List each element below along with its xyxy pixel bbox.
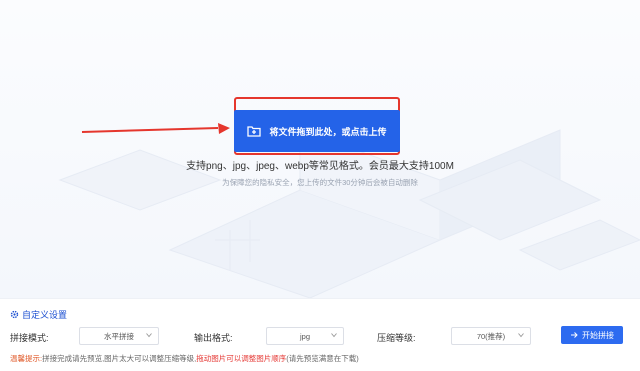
tip-part1: 拼接完成请先预览,图片太大可以调整压缩等级,: [42, 354, 197, 363]
mode-value: 水平拼接: [104, 331, 134, 341]
chevron-down-icon: [518, 333, 524, 338]
chevron-down-icon: [331, 333, 337, 338]
upload-button-label: 将文件拖到此处，或点击上传: [269, 126, 387, 137]
settings-title: 自定义设置: [10, 308, 67, 321]
annotation-arrow: [81, 123, 230, 134]
mode-select[interactable]: 水平拼接: [79, 327, 159, 345]
start-stitch-label: 开始拼接: [582, 330, 614, 340]
tip-prefix: 温馨提示:: [10, 354, 43, 363]
format-label: 输出格式:: [194, 333, 233, 343]
compress-label: 压缩等级:: [377, 333, 416, 343]
compress-value: 70(推荐): [476, 331, 506, 341]
compress-select[interactable]: 70(推荐): [451, 327, 531, 345]
start-stitch-button[interactable]: 开始拼接: [561, 326, 623, 344]
folder-upload-icon: [247, 126, 262, 137]
mode-label: 拼接模式:: [10, 333, 49, 343]
privacy-notice: 为保障您的隐私安全，您上传的文件30分钟后会被自动删除: [222, 178, 418, 187]
settings-row: 拼接模式: 水平拼接 输出格式: jpg 压缩等级: 70(推荐): [0, 327, 640, 347]
supported-formats-text: 支持png、jpg、jpeg、webp等常见格式。会员最大支持100M: [186, 161, 454, 172]
format-value: jpg: [299, 331, 310, 341]
gear-icon: [10, 310, 19, 319]
arrow-right-icon: [571, 332, 578, 338]
upload-button[interactable]: 将文件拖到此处，或点击上传: [234, 110, 400, 152]
upload-area[interactable]: 将文件拖到此处，或点击上传 支持png、jpg、jpeg、webp等常见格式。会…: [0, 0, 640, 298]
format-select[interactable]: jpg: [266, 327, 344, 345]
chevron-down-icon: [146, 333, 152, 338]
tip-part2: 拖动图片可以调整图片顺序: [196, 354, 287, 363]
tip-part3: (请先预览满意在下载): [286, 354, 359, 363]
tip-text: 温馨提示:拼接完成请先预览,图片太大可以调整压缩等级,拖动图片可以调整图片顺序(…: [10, 353, 359, 364]
